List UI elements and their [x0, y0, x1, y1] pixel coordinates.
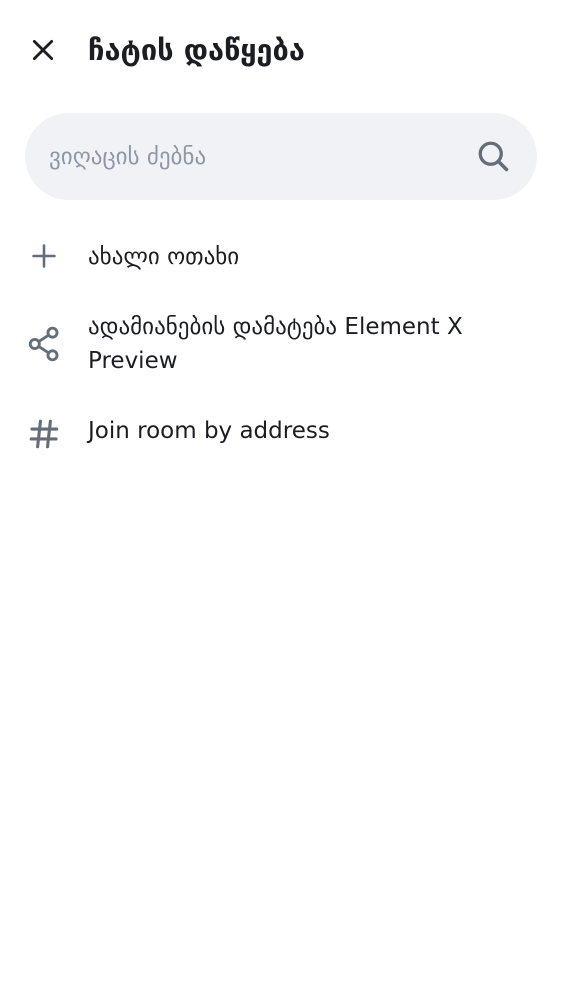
page-title: ჩატის დაწყება: [88, 33, 305, 67]
join-by-address-label: Join room by address: [88, 418, 330, 444]
new-room-item[interactable]: ახალი ოთახი: [0, 222, 562, 292]
share-icon: [24, 324, 64, 364]
invite-people-item[interactable]: ადამიანების დამატება Element X Preview: [0, 310, 562, 390]
close-icon: [32, 39, 54, 61]
start-chat-screen: ჩატის დაწყება ახალი ოთახი: [0, 0, 562, 1000]
invite-people-label: ადამიანების დამატება Element X Preview: [88, 314, 463, 374]
new-room-label: ახალი ოთახი: [88, 244, 240, 270]
join-by-address-item[interactable]: Join room by address: [0, 410, 562, 480]
search-icon[interactable]: [475, 138, 511, 174]
search-input[interactable]: [49, 113, 469, 200]
close-button[interactable]: [20, 27, 66, 73]
search-bar[interactable]: [25, 113, 537, 200]
plus-icon: [24, 236, 64, 276]
top-app-bar: ჩატის დაწყება: [0, 0, 562, 100]
hash-icon: [24, 414, 64, 454]
